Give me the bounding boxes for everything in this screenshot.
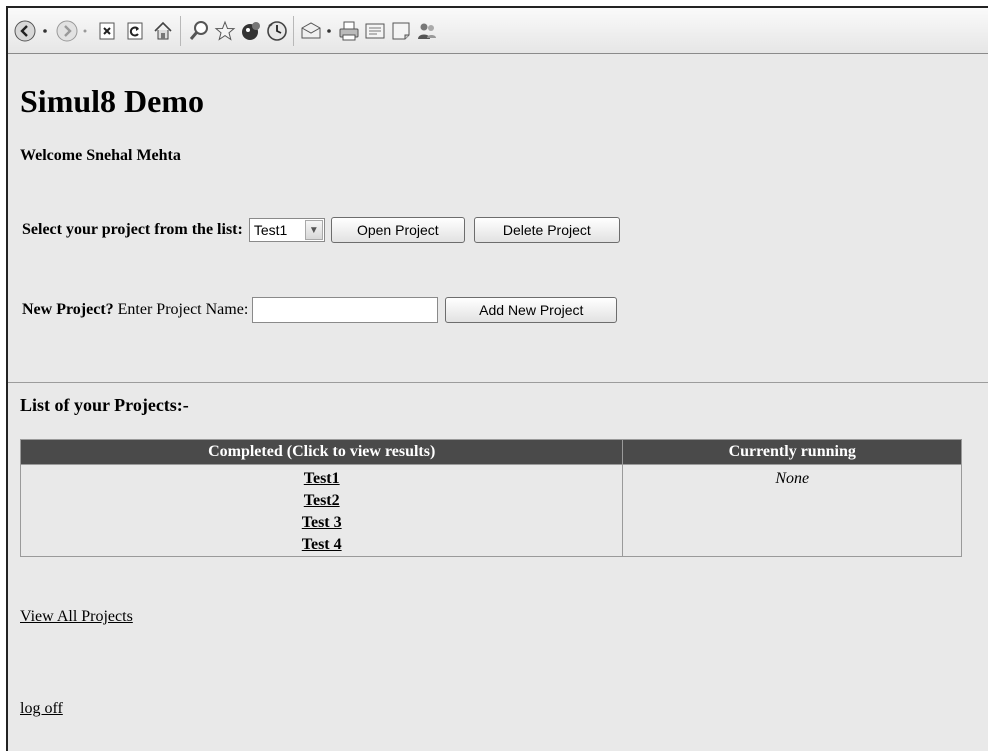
refresh-icon[interactable] [124, 20, 146, 42]
dropdown-icon[interactable] [40, 20, 50, 42]
open-project-button[interactable]: Open Project [330, 217, 465, 243]
welcome-text: Welcome Snehal Mehta [20, 147, 181, 164]
log-off-link[interactable]: log off [20, 700, 63, 718]
view-all-projects-link[interactable]: View All Projects [20, 608, 133, 626]
project-link[interactable]: Test 3 [21, 512, 622, 534]
edit-icon[interactable] [364, 20, 386, 42]
completed-projects-cell: Test1 Test2 Test 3 Test 4 [19, 464, 624, 557]
new-project-row: New Project? Enter Project Name: Add New… [22, 297, 618, 323]
add-new-project-button[interactable]: Add New Project [445, 297, 618, 323]
page-content: Simul8 Demo Welcome Snehal Mehta Select … [8, 55, 988, 751]
project-select-label: Select your project from the list: [22, 221, 243, 238]
project-select-value: Test1 [253, 222, 288, 238]
back-icon[interactable] [14, 20, 36, 42]
discuss-icon[interactable] [390, 20, 412, 42]
home-icon[interactable] [152, 20, 174, 42]
media-icon[interactable] [240, 20, 262, 42]
favorites-icon[interactable] [214, 20, 236, 42]
browser-window: Simul8 Demo Welcome Snehal Mehta Select … [6, 6, 988, 751]
search-icon[interactable] [188, 20, 210, 42]
delete-project-button[interactable]: Delete Project [473, 217, 620, 243]
running-projects-cell: None [622, 464, 962, 557]
project-select[interactable]: Test1 ▼ [248, 218, 325, 242]
print-icon[interactable] [338, 20, 360, 42]
project-name-input[interactable] [252, 297, 439, 323]
running-column-header: Currently running [622, 439, 962, 465]
running-none-text: None [775, 470, 810, 487]
forward-icon[interactable] [56, 20, 78, 42]
completed-column-header: Completed (Click to view results) [19, 439, 624, 465]
mail-icon[interactable] [300, 20, 322, 42]
new-project-label-bold: New Project? [22, 301, 114, 318]
projects-heading: List of your Projects:- [20, 395, 189, 415]
stop-icon[interactable] [96, 20, 118, 42]
project-select-row: Select your project from the list: Test1… [22, 217, 620, 243]
project-link[interactable]: Test 4 [21, 534, 622, 556]
messenger-icon[interactable] [416, 20, 438, 42]
project-link[interactable]: Test2 [21, 490, 622, 512]
dropdown-icon[interactable] [324, 20, 334, 42]
project-link[interactable]: Test1 [21, 468, 622, 490]
dropdown-icon[interactable] [80, 20, 90, 42]
new-project-label: Enter Project Name: [117, 301, 249, 318]
chevron-down-icon[interactable]: ▼ [304, 220, 323, 240]
history-icon[interactable] [266, 20, 288, 42]
divider [8, 382, 988, 383]
page-title: Simul8 Demo [20, 83, 204, 119]
projects-table: Completed (Click to view results) Curren… [19, 439, 962, 557]
browser-toolbar [8, 8, 988, 54]
